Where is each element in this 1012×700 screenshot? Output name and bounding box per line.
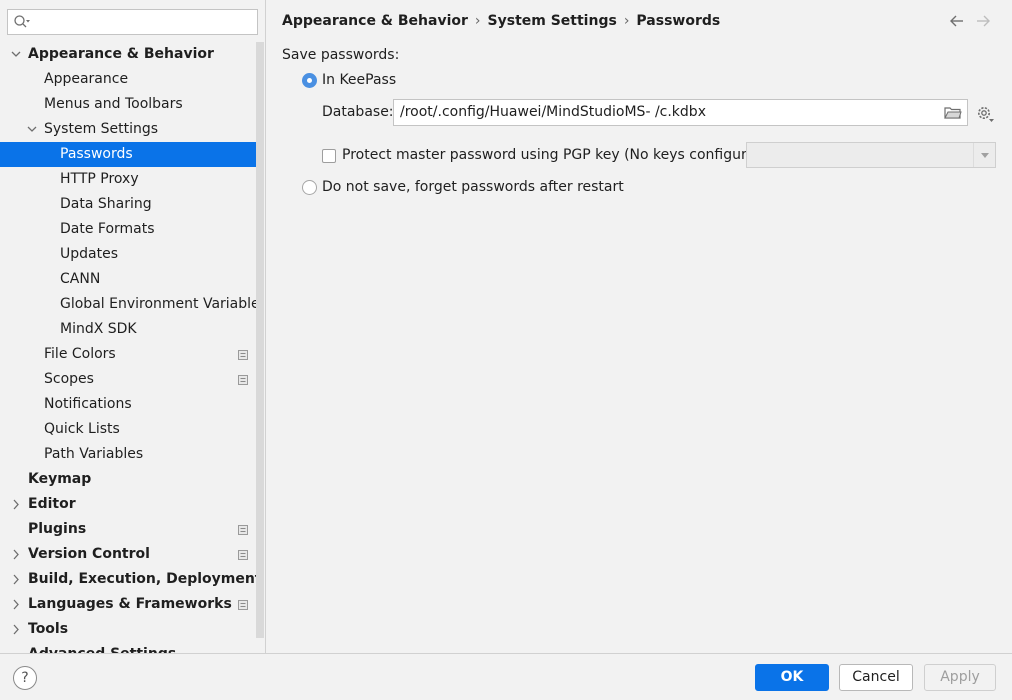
breadcrumb-item: Passwords — [636, 13, 721, 29]
sidebar-item[interactable]: Quick Lists — [0, 417, 256, 442]
pgp-label[interactable]: Protect master password using PGP key (N… — [342, 147, 769, 163]
sidebar-item-label: Tools — [28, 621, 69, 637]
sidebar-scrollbar[interactable] — [256, 42, 264, 638]
sidebar-item[interactable]: Menus and Toolbars — [0, 92, 256, 117]
help-button[interactable]: ? — [13, 666, 37, 690]
sidebar-item[interactable]: Updates — [0, 242, 256, 267]
chevron-down-icon[interactable] — [26, 117, 38, 142]
sidebar-item-label: Menus and Toolbars — [44, 96, 183, 112]
keepass-label[interactable]: In KeePass — [322, 72, 396, 88]
gear-icon[interactable] — [975, 104, 995, 124]
cancel-button[interactable]: Cancel — [839, 664, 913, 691]
sidebar-item[interactable]: Scopes — [0, 367, 256, 392]
project-scope-icon — [238, 350, 248, 360]
sidebar-item-label: Advanced Settings — [28, 642, 176, 653]
database-path-field[interactable]: /root/.config/Huawei/MindStudioMS- /c.kd… — [393, 99, 968, 126]
database-label: Database: — [322, 104, 394, 120]
sidebar-item[interactable]: Path Variables — [0, 442, 256, 467]
sidebar-item-label: Notifications — [44, 396, 132, 412]
sidebar-item[interactable]: Plugins — [0, 517, 256, 542]
chevron-right-icon[interactable] — [10, 492, 22, 517]
chevron-right-icon[interactable] — [10, 617, 22, 642]
sidebar-item-label: File Colors — [44, 346, 116, 362]
apply-button[interactable]: Apply — [924, 664, 996, 691]
sidebar-item-label: Data Sharing — [60, 196, 152, 212]
sidebar-item-label: Date Formats — [60, 221, 155, 237]
sidebar-item-label: Passwords — [60, 146, 133, 162]
sidebar-item-label: Languages & Frameworks — [28, 596, 232, 612]
chevron-right-icon[interactable] — [10, 567, 22, 592]
breadcrumb-item[interactable]: System Settings — [488, 13, 617, 29]
sidebar-item-label: System Settings — [44, 121, 159, 137]
sidebar-item-label: Appearance & Behavior — [28, 46, 214, 62]
sidebar-item-label: Build, Execution, Deployment — [28, 571, 262, 587]
sidebar-item[interactable]: Notifications — [0, 392, 256, 417]
sidebar-item[interactable]: Editor — [0, 492, 256, 517]
chevron-right-icon[interactable] — [10, 592, 22, 617]
sidebar-item[interactable]: Version Control — [0, 542, 256, 567]
sidebar-item-label: CANN — [60, 271, 101, 287]
sidebar-item-label: MindX SDK — [60, 321, 137, 337]
sidebar-item[interactable]: CANN — [0, 267, 256, 292]
sidebar-item[interactable]: HTTP Proxy — [0, 167, 256, 192]
sidebar-item[interactable]: Build, Execution, Deployment — [0, 567, 262, 592]
sidebar-item-label: Path Variables — [44, 446, 144, 462]
sidebar-item[interactable]: Passwords — [0, 142, 256, 167]
sidebar-item-label: Appearance — [44, 71, 129, 87]
pgp-key-dropdown[interactable] — [746, 142, 996, 168]
ok-button[interactable]: OK — [755, 664, 829, 691]
project-scope-icon — [238, 550, 248, 560]
sidebar-item[interactable]: Date Formats — [0, 217, 256, 242]
no-save-label[interactable]: Do not save, forget passwords after rest… — [322, 179, 624, 195]
sidebar-item[interactable]: Languages & Frameworks — [0, 592, 256, 617]
settings-content: Appearance & Behavior › System Settings › Pa… — [266, 0, 1012, 653]
sidebar-item-label: Plugins — [28, 521, 87, 537]
sidebar-item-label: Global Environment Variable — [60, 296, 260, 312]
sidebar-item[interactable]: Advanced Settings — [0, 642, 256, 653]
folder-icon[interactable] — [944, 105, 962, 120]
chevron-down-icon — [981, 153, 989, 158]
settings-sidebar: Appearance & Behavior Appearance Menus and… — [0, 0, 266, 653]
breadcrumb-item[interactable]: Appearance & Behavior — [282, 13, 468, 29]
dropdown-button[interactable] — [973, 143, 995, 167]
project-scope-icon — [238, 600, 248, 610]
search-icon — [14, 15, 30, 28]
sidebar-item[interactable]: File Colors — [0, 342, 256, 367]
sidebar-item[interactable]: MindX SDK — [0, 317, 256, 342]
settings-tree: Appearance & Behavior Appearance Menus and… — [0, 42, 262, 653]
keepass-radio[interactable] — [302, 73, 317, 88]
project-scope-icon — [238, 375, 248, 385]
sidebar-item[interactable]: Keymap — [0, 467, 256, 492]
no-save-radio[interactable] — [302, 180, 317, 195]
sidebar-item-label: Quick Lists — [44, 421, 120, 437]
save-passwords-label: Save passwords: — [282, 47, 400, 63]
project-scope-icon — [238, 525, 248, 535]
sidebar-item[interactable]: Tools — [0, 617, 256, 642]
sidebar-item[interactable]: Data Sharing — [0, 192, 256, 217]
sidebar-item-label: Updates — [60, 246, 118, 262]
chevron-right-icon[interactable] — [10, 542, 22, 567]
sidebar-item-label: Editor — [28, 496, 76, 512]
sidebar-item[interactable]: Appearance — [0, 67, 256, 92]
back-arrow-icon[interactable] — [948, 12, 966, 30]
breadcrumb: Appearance & Behavior › System Settings › Pa… — [282, 13, 720, 33]
chevron-down-icon[interactable] — [10, 42, 22, 67]
pgp-checkbox[interactable] — [322, 149, 336, 163]
sidebar-item-label: Keymap — [28, 471, 92, 487]
sidebar-item[interactable]: System Settings — [0, 117, 256, 142]
sidebar-item[interactable]: Appearance & Behavior — [0, 42, 256, 67]
settings-search-input[interactable] — [7, 9, 258, 35]
breadcrumb-separator: › — [623, 13, 630, 29]
sidebar-item-label: HTTP Proxy — [60, 171, 139, 187]
forward-arrow-icon[interactable] — [974, 12, 992, 30]
breadcrumb-separator: › — [474, 13, 481, 29]
database-path-value: /root/.config/Huawei/MindStudioMS- /c.kd… — [400, 104, 706, 120]
dialog-footer: ? OK Cancel Apply — [0, 653, 1012, 700]
sidebar-item-label: Version Control — [28, 546, 150, 562]
sidebar-item[interactable]: Global Environment Variable — [0, 292, 260, 317]
sidebar-item-label: Scopes — [44, 371, 94, 387]
